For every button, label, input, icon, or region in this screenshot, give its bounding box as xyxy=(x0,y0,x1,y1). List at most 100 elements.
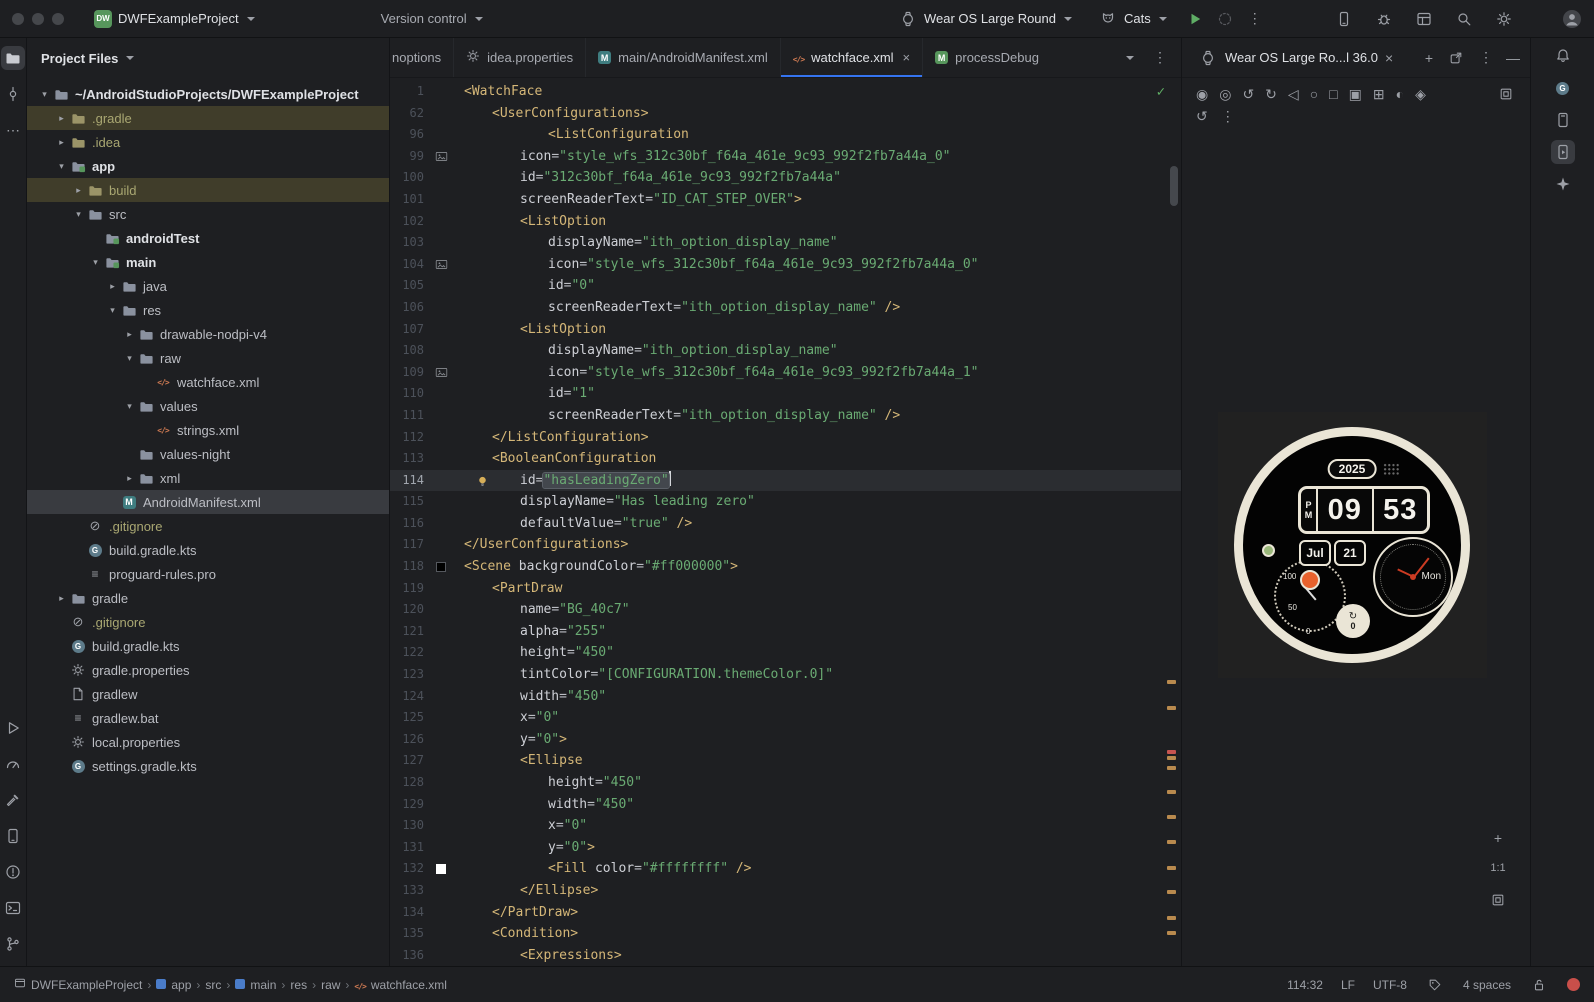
code-line-1[interactable]: 1<WatchFace xyxy=(390,81,1181,103)
apply-changes-button[interactable] xyxy=(1215,9,1235,29)
fit-to-window-icon[interactable] xyxy=(1488,890,1508,910)
lock-icon[interactable] xyxy=(1529,975,1549,995)
code-line-118[interactable]: 118<Scene backgroundColor="#ff000000"> xyxy=(390,556,1181,578)
power-icon[interactable]: ◉ xyxy=(1196,86,1208,103)
screenshot-icon[interactable]: ▣ xyxy=(1349,86,1362,103)
reset-rotation-icon[interactable]: ↺ xyxy=(1196,108,1208,125)
tool-stripe-version-control[interactable] xyxy=(1,932,25,956)
settings-icon-button[interactable] xyxy=(1494,9,1514,29)
code-line-132[interactable]: 132<Fill color="#ffffffff" /> xyxy=(390,858,1181,880)
code-line-99[interactable]: 99icon="style_wfs_312c30bf_f64a_461e_9c9… xyxy=(390,146,1181,168)
caret-position-widget[interactable]: 114:32 xyxy=(1287,978,1323,992)
code-line-119[interactable]: 119<PartDraw xyxy=(390,578,1181,600)
tree-item-main[interactable]: ▾main xyxy=(27,250,389,274)
tool-stripe-build[interactable] xyxy=(1,788,25,812)
tree-item-androidmanifest-xml[interactable]: MAndroidManifest.xml xyxy=(27,490,389,514)
tree-item-gradlew-bat[interactable]: ≡gradlew.bat xyxy=(27,706,389,730)
code-line-120[interactable]: 120name="BG_40c7" xyxy=(390,599,1181,621)
tree-item-build-gradle-kts[interactable]: Gbuild.gradle.kts xyxy=(27,538,389,562)
tree-item-gradlew[interactable]: gradlew xyxy=(27,682,389,706)
tab-processdebug[interactable]: MprocessDebug xyxy=(923,38,1041,77)
tree-item-app[interactable]: ▾app xyxy=(27,154,389,178)
tab-watchface-xml[interactable]: </>watchface.xml× xyxy=(781,38,923,77)
editor-scrollbar[interactable] xyxy=(1170,166,1178,206)
breadcrumb-item-watchface-xml[interactable]: </>watchface.xml xyxy=(354,978,446,992)
tag-icon[interactable] xyxy=(1425,975,1445,995)
rotate-left-icon[interactable]: ↺ xyxy=(1242,86,1254,103)
inspections-ok-icon[interactable]: ✓ xyxy=(1157,84,1165,100)
tree-item-xml[interactable]: ▸xml xyxy=(27,466,389,490)
encoding-widget[interactable]: UTF-8 xyxy=(1373,978,1407,992)
tool-stripe-terminal[interactable] xyxy=(1,896,25,920)
tree-item-build[interactable]: ▸build xyxy=(27,178,389,202)
more-vertical-icon[interactable]: ⋮ xyxy=(1221,108,1235,125)
code-editor[interactable]: 1<WatchFace62<UserConfigurations>96<List… xyxy=(390,78,1181,966)
code-line-129[interactable]: 129width="450" xyxy=(390,794,1181,816)
tool-stripe-device-explorer[interactable] xyxy=(1551,108,1575,132)
rotate-right-icon[interactable]: ↻ xyxy=(1265,86,1277,103)
record-icon[interactable]: ◐ xyxy=(1396,86,1404,102)
breadcrumb-item-dwfexampleproject[interactable]: DWFExampleProject xyxy=(14,977,142,992)
code-line-121[interactable]: 121alpha="255" xyxy=(390,621,1181,643)
code-line-101[interactable]: 101screenReaderText="ID_CAT_STEP_OVER"> xyxy=(390,189,1181,211)
minimize-window-button[interactable] xyxy=(32,13,44,25)
close-tab-icon[interactable]: × xyxy=(903,50,911,65)
add-device-button[interactable]: + xyxy=(1425,50,1433,66)
layout-inspector-icon-button[interactable] xyxy=(1414,9,1434,29)
vcs-widget[interactable]: Version control xyxy=(373,7,491,30)
project-panel-header[interactable]: Project Files xyxy=(27,38,389,78)
code-line-105[interactable]: 105id="0" xyxy=(390,275,1181,297)
settings-icon[interactable]: ◈ xyxy=(1415,86,1426,103)
tree-item-raw[interactable]: ▾raw xyxy=(27,346,389,370)
tree-item-gradle[interactable]: ▸.gradle xyxy=(27,106,389,130)
code-line-104[interactable]: 104icon="style_wfs_312c30bf_f64a_461e_9c… xyxy=(390,254,1181,276)
tree-item-drawable-nodpi-v4[interactable]: ▸drawable-nodpi-v4 xyxy=(27,322,389,346)
tree-item-idea[interactable]: ▸.idea xyxy=(27,130,389,154)
tool-stripe-problems[interactable] xyxy=(1,860,25,884)
run-button[interactable] xyxy=(1185,9,1205,29)
zoom-in-button[interactable]: + xyxy=(1494,830,1502,846)
code-line-102[interactable]: 102<ListOption xyxy=(390,211,1181,233)
code-line-125[interactable]: 125x="0" xyxy=(390,707,1181,729)
tree-item-strings-xml[interactable]: </>strings.xml xyxy=(27,418,389,442)
code-line-130[interactable]: 130x="0" xyxy=(390,815,1181,837)
tool-stripe-run[interactable] xyxy=(1,716,25,740)
code-line-110[interactable]: 110id="1" xyxy=(390,383,1181,405)
more-vertical-icon[interactable]: ⋮ xyxy=(1153,49,1167,66)
tool-stripe-commit[interactable] xyxy=(1,82,25,106)
code-line-108[interactable]: 108displayName="ith_option_display_name" xyxy=(390,340,1181,362)
code-line-122[interactable]: 122height="450" xyxy=(390,642,1181,664)
tree-item-values-night[interactable]: values-night xyxy=(27,442,389,466)
code-line-112[interactable]: 112</ListConfiguration> xyxy=(390,427,1181,449)
tab-idea-properties[interactable]: idea.properties xyxy=(454,38,586,77)
zoom-level-button[interactable]: 1:1 xyxy=(1490,862,1505,874)
tree-item-src[interactable]: ▾src xyxy=(27,202,389,226)
tool-stripe-device-manager[interactable] xyxy=(1,824,25,848)
tree-item-gitignore[interactable]: ⊘.gitignore xyxy=(27,514,389,538)
volume-icon[interactable]: ◎ xyxy=(1219,86,1231,103)
phone-link-icon-button[interactable] xyxy=(1334,9,1354,29)
bug-icon-button[interactable] xyxy=(1374,9,1394,29)
tab-noptions[interactable]: noptions xyxy=(390,38,454,77)
close-window-button[interactable] xyxy=(12,13,24,25)
code-line-131[interactable]: 131y="0"> xyxy=(390,837,1181,859)
line-ending-widget[interactable]: LF xyxy=(1341,978,1355,992)
code-line-109[interactable]: 109icon="style_wfs_312c30bf_f64a_461e_9c… xyxy=(390,362,1181,384)
home-icon[interactable]: ○ xyxy=(1310,86,1318,102)
tree-item-res[interactable]: ▾res xyxy=(27,298,389,322)
code-line-111[interactable]: 111screenReaderText="ith_option_display_… xyxy=(390,405,1181,427)
indent-widget[interactable]: 4 spaces xyxy=(1463,978,1511,992)
run-configuration-selector[interactable]: Cats xyxy=(1090,5,1175,33)
code-line-106[interactable]: 106screenReaderText="ith_option_display_… xyxy=(390,297,1181,319)
tree-item-local-properties[interactable]: local.properties xyxy=(27,730,389,754)
device-selector[interactable]: Wear OS Large Round xyxy=(890,5,1080,33)
close-device-tab-icon[interactable]: × xyxy=(1385,50,1393,66)
tree-item-settings-gradle-kts[interactable]: Gsettings.gradle.kts xyxy=(27,754,389,778)
device-screen[interactable]: 2025 P M 09 53 100 50 xyxy=(1218,412,1487,678)
overview-icon[interactable]: □ xyxy=(1329,86,1337,102)
tree-item-proguard-rules-pro[interactable]: ≡proguard-rules.pro xyxy=(27,562,389,586)
tree-item-androidstudioprojects-dwfexampleproject[interactable]: ▾~/AndroidStudioProjects/DWFExampleProje… xyxy=(27,82,389,106)
code-line-128[interactable]: 128height="450" xyxy=(390,772,1181,794)
code-line-126[interactable]: 126y="0"> xyxy=(390,729,1181,751)
zoom-window-button[interactable] xyxy=(52,13,64,25)
